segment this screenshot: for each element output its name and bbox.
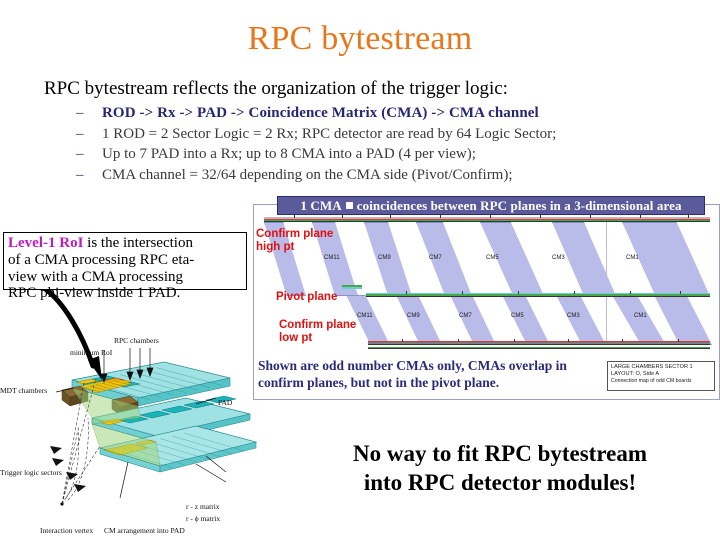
- cma-band: [556, 295, 606, 345]
- caption-line: Pivot plane: [276, 291, 338, 303]
- cma-label: CM11: [324, 255, 340, 261]
- plane-strip-pivot-stub: [342, 285, 362, 290]
- note-line: confirm planes, but not in the pivot pla…: [258, 374, 500, 390]
- plane-strip-pivot: [366, 291, 710, 298]
- cma-label: CM5: [511, 313, 524, 319]
- cma-label: CM9: [407, 313, 420, 319]
- cma-label: CM5: [486, 255, 499, 261]
- plane-strip-confirm-low-lower: [368, 347, 710, 352]
- banner-text-after: coincidences between RPC planes in a 3-d…: [356, 197, 682, 213]
- cma-band: [396, 295, 442, 345]
- legend-line: LAYOUT: O, Side A: [611, 370, 660, 377]
- bullet-item: – Up to 7 PAD into a Rx; up to 8 CMA int…: [76, 146, 696, 164]
- cma-label: CM7: [459, 313, 472, 319]
- note-line: Shown are odd number CMAs only, CMAs ove…: [258, 358, 567, 373]
- bullet-item: – CMA channel = 32/64 depending on the C…: [76, 167, 696, 185]
- cma-label: CM9: [378, 255, 391, 261]
- diagram-legend-box: LARGE CHAMBERS SECTOR 1 LAYOUT: O, Side …: [607, 361, 715, 391]
- cma-label: CM7: [429, 255, 442, 261]
- caption-line: high pt: [256, 240, 295, 253]
- bullet-dash: –: [76, 125, 84, 142]
- detector-label-interaction-vertex: Interaction vertex: [40, 526, 94, 535]
- closing-statement: No way to fit RPC bytestream into RPC de…: [290, 440, 710, 498]
- page-title: RPC bytestream: [247, 20, 473, 57]
- slide-root: RPC bytestream RPC bytestream reflects t…: [0, 0, 720, 540]
- caption-line: Confirm plane: [279, 319, 357, 331]
- callout-highlight: Level-1 RoI: [8, 235, 84, 251]
- bullet-text: Up to 7 PAD into a Rx; up to 8 CMA into …: [102, 146, 476, 163]
- callout-line: of a CMA processing RPC eta-: [8, 251, 195, 268]
- banner-text-before: 1 CMA: [300, 197, 342, 213]
- callout-line-rest: is the intersection: [83, 235, 193, 251]
- cma-label: CM3: [552, 255, 565, 261]
- statement-line: No way to fit RPC bytestream: [352, 441, 648, 466]
- bullet-text: 1 ROD = 2 Sector Logic = 2 Rx; RPC detec…: [102, 125, 557, 142]
- cma-band: [416, 222, 472, 296]
- bullet-text: CMA channel = 32/64 depending on the CMA…: [102, 167, 513, 184]
- bullet-dash: –: [76, 167, 84, 184]
- bullet-item: – ROD -> Rx -> PAD -> Coincidence Matrix…: [76, 105, 696, 123]
- lead-text: RPC bytestream reflects the organization…: [44, 78, 508, 99]
- callout-line: view with a CMA processing: [8, 268, 183, 285]
- cma-label: CM1: [634, 313, 647, 319]
- bullet-text: ROD -> Rx -> PAD -> Coincidence Matrix (…: [102, 105, 539, 121]
- diagram-banner: 1 CMA coincidences between RPC planes in…: [277, 196, 705, 215]
- bullet-item: – 1 ROD = 2 Sector Logic = 2 Rx; RPC det…: [76, 126, 696, 144]
- caption-confirm-plane-high: Confirm plane high pt: [256, 228, 333, 254]
- detector-label-pad: PAD: [218, 398, 233, 407]
- plane-strip-confirm-low: [368, 339, 710, 346]
- bullet-list: – ROD -> Rx -> PAD -> Coincidence Matrix…: [76, 105, 696, 188]
- square-glyph-icon: [345, 202, 353, 209]
- callout-line: Level-1 RoI is the intersection: [8, 235, 242, 252]
- cma-label: CM11: [357, 313, 373, 319]
- cma-label: CM3: [567, 313, 580, 319]
- caption-confirm-plane-low: Confirm plane low pt: [279, 319, 356, 345]
- level1-roi-callout: Level-1 RoI is the intersection of a CMA…: [3, 232, 247, 301]
- legend-line: LARGE CHAMBERS SECTOR 1: [611, 364, 693, 370]
- legend-line: Connection map of odd CM boards: [611, 377, 692, 384]
- detector-label-rz-matrix: r - z matrix: [186, 502, 220, 511]
- cma-band: [450, 295, 496, 345]
- diagram-note: Shown are odd number CMAs only, CMAs ove…: [258, 358, 588, 392]
- detector-label-mdt-chambers: MDT chambers: [0, 386, 48, 395]
- caption-line: Confirm plane: [256, 228, 334, 240]
- statement-line: into RPC detector modules!: [363, 469, 637, 495]
- detector-label-trigger-logic-sectors: Trigger logic sectors: [0, 468, 62, 477]
- caption-pivot-plane: Pivot plane: [276, 291, 337, 304]
- plane-strip-confirm-high: [264, 215, 710, 222]
- cma-band: [502, 295, 550, 345]
- detector-label-cm-arrangement: CM arrangement into PAD: [104, 526, 185, 535]
- caption-line: low pt: [279, 331, 313, 344]
- callout-line: RPC phi-view inside 1 PAD.: [8, 285, 181, 302]
- cma-label: CM1: [626, 255, 639, 261]
- bullet-dash: –: [76, 105, 84, 121]
- cma-band: [654, 295, 712, 345]
- bullet-dash: –: [76, 146, 84, 163]
- detector-label-rphi-matrix: r - ϕ matrix: [186, 514, 221, 523]
